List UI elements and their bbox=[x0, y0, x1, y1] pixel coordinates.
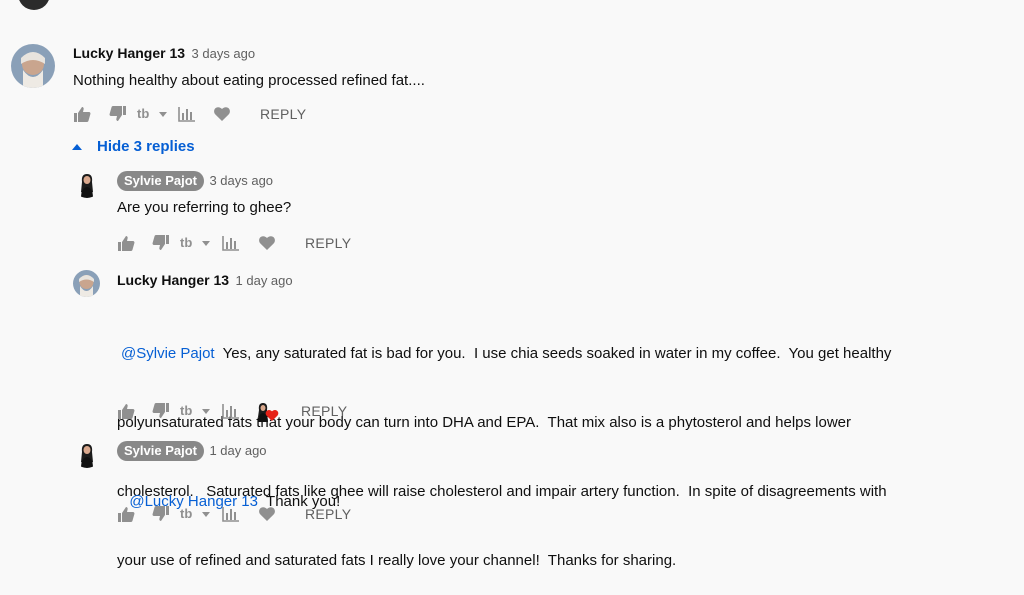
translate-icon: tb bbox=[180, 236, 212, 250]
reply-author-channel-owner[interactable]: Sylvie Pajot bbox=[117, 441, 204, 461]
hide-replies-toggle[interactable]: Hide 3 replies bbox=[72, 138, 195, 155]
reply-avatar[interactable] bbox=[73, 170, 101, 198]
heart-icon bbox=[259, 236, 275, 250]
translate-button[interactable]: tb bbox=[180, 404, 212, 418]
like-button[interactable] bbox=[117, 235, 135, 251]
stats-button[interactable] bbox=[221, 403, 239, 419]
reply-button[interactable]: REPLY bbox=[305, 506, 351, 522]
translate-icon: tb bbox=[180, 404, 212, 418]
comment-header: Lucky Hanger 13 3 days ago bbox=[73, 45, 255, 63]
stats-button[interactable] bbox=[177, 106, 195, 122]
bar-chart-icon bbox=[221, 235, 239, 251]
reply-button[interactable]: REPLY bbox=[301, 403, 347, 419]
translate-button[interactable]: tb bbox=[137, 107, 169, 121]
heart-button[interactable] bbox=[259, 236, 275, 250]
bar-chart-icon bbox=[177, 106, 195, 122]
dislike-button[interactable] bbox=[152, 403, 170, 419]
reply-text-segment: Yes, any saturated fat is bad for you. I… bbox=[214, 345, 892, 362]
reply-time[interactable]: 1 day ago bbox=[236, 273, 293, 288]
like-button[interactable] bbox=[73, 106, 91, 122]
thumbs-up-icon bbox=[117, 403, 135, 419]
svg-text:tb: tb bbox=[180, 507, 192, 521]
heart-button[interactable] bbox=[214, 107, 230, 121]
heart-icon bbox=[214, 107, 230, 121]
comment-text: Nothing healthy about eating processed r… bbox=[73, 72, 425, 89]
chevron-up-icon bbox=[72, 143, 82, 150]
thumbs-down-icon bbox=[152, 235, 170, 251]
comment-actions: tb REPLY bbox=[73, 103, 306, 125]
reply-header: Sylvie Pajot 3 days ago bbox=[117, 171, 273, 191]
reply-avatar[interactable] bbox=[73, 440, 101, 468]
reply-actions: tb REPLY bbox=[117, 232, 351, 254]
stats-button[interactable] bbox=[221, 506, 239, 522]
previous-comment-avatar bbox=[18, 0, 50, 10]
reply-button[interactable]: REPLY bbox=[305, 235, 351, 251]
like-button[interactable] bbox=[117, 403, 135, 419]
dislike-button[interactable] bbox=[152, 506, 170, 522]
reply-time[interactable]: 3 days ago bbox=[209, 173, 273, 188]
thumbs-up-icon bbox=[73, 106, 91, 122]
reply-text: Are you referring to ghee? bbox=[117, 199, 292, 216]
translate-icon: tb bbox=[137, 107, 169, 121]
bar-chart-icon bbox=[221, 506, 239, 522]
bar-chart-icon bbox=[221, 403, 239, 419]
comment-author[interactable]: Lucky Hanger 13 bbox=[73, 45, 185, 61]
reply-author-channel-owner[interactable]: Sylvie Pajot bbox=[117, 171, 204, 191]
reply-avatar[interactable] bbox=[73, 270, 100, 297]
comment-time[interactable]: 3 days ago bbox=[192, 46, 256, 61]
dislike-button[interactable] bbox=[152, 235, 170, 251]
reply-text-line: your use of refined and saturated fats I… bbox=[117, 552, 677, 569]
mention-link[interactable]: @Sylvie Pajot bbox=[121, 345, 215, 362]
thumbs-down-icon bbox=[109, 106, 127, 122]
heart-button[interactable] bbox=[259, 507, 275, 521]
translate-icon: tb bbox=[180, 507, 212, 521]
svg-text:tb: tb bbox=[180, 404, 192, 418]
stats-button[interactable] bbox=[221, 235, 239, 251]
translate-button[interactable]: tb bbox=[180, 236, 212, 250]
reply-button[interactable]: REPLY bbox=[260, 106, 306, 122]
hide-replies-label: Hide 3 replies bbox=[97, 138, 195, 155]
reply-text-line: @Sylvie Pajot Yes, any saturated fat is … bbox=[117, 342, 997, 365]
thumbs-up-icon bbox=[117, 506, 135, 522]
dislike-button[interactable] bbox=[109, 106, 127, 122]
like-button[interactable] bbox=[117, 506, 135, 522]
creator-heart-icon bbox=[255, 400, 279, 422]
creator-heart-button[interactable] bbox=[255, 400, 279, 422]
thumbs-up-icon bbox=[117, 235, 135, 251]
thumbs-down-icon bbox=[152, 506, 170, 522]
svg-text:tb: tb bbox=[180, 236, 192, 250]
thumbs-down-icon bbox=[152, 403, 170, 419]
commenter-avatar[interactable] bbox=[11, 44, 55, 88]
reply-author[interactable]: Lucky Hanger 13 bbox=[117, 272, 229, 288]
reply-actions: tb REPLY bbox=[117, 503, 351, 525]
svg-text:tb: tb bbox=[137, 107, 149, 121]
heart-icon bbox=[259, 507, 275, 521]
translate-button[interactable]: tb bbox=[180, 507, 212, 521]
reply-header: Lucky Hanger 13 1 day ago bbox=[117, 272, 293, 290]
reply-time[interactable]: 1 day ago bbox=[209, 443, 266, 458]
reply-header: Sylvie Pajot 1 day ago bbox=[117, 441, 267, 461]
reply-actions: tb REPLY bbox=[117, 400, 347, 422]
